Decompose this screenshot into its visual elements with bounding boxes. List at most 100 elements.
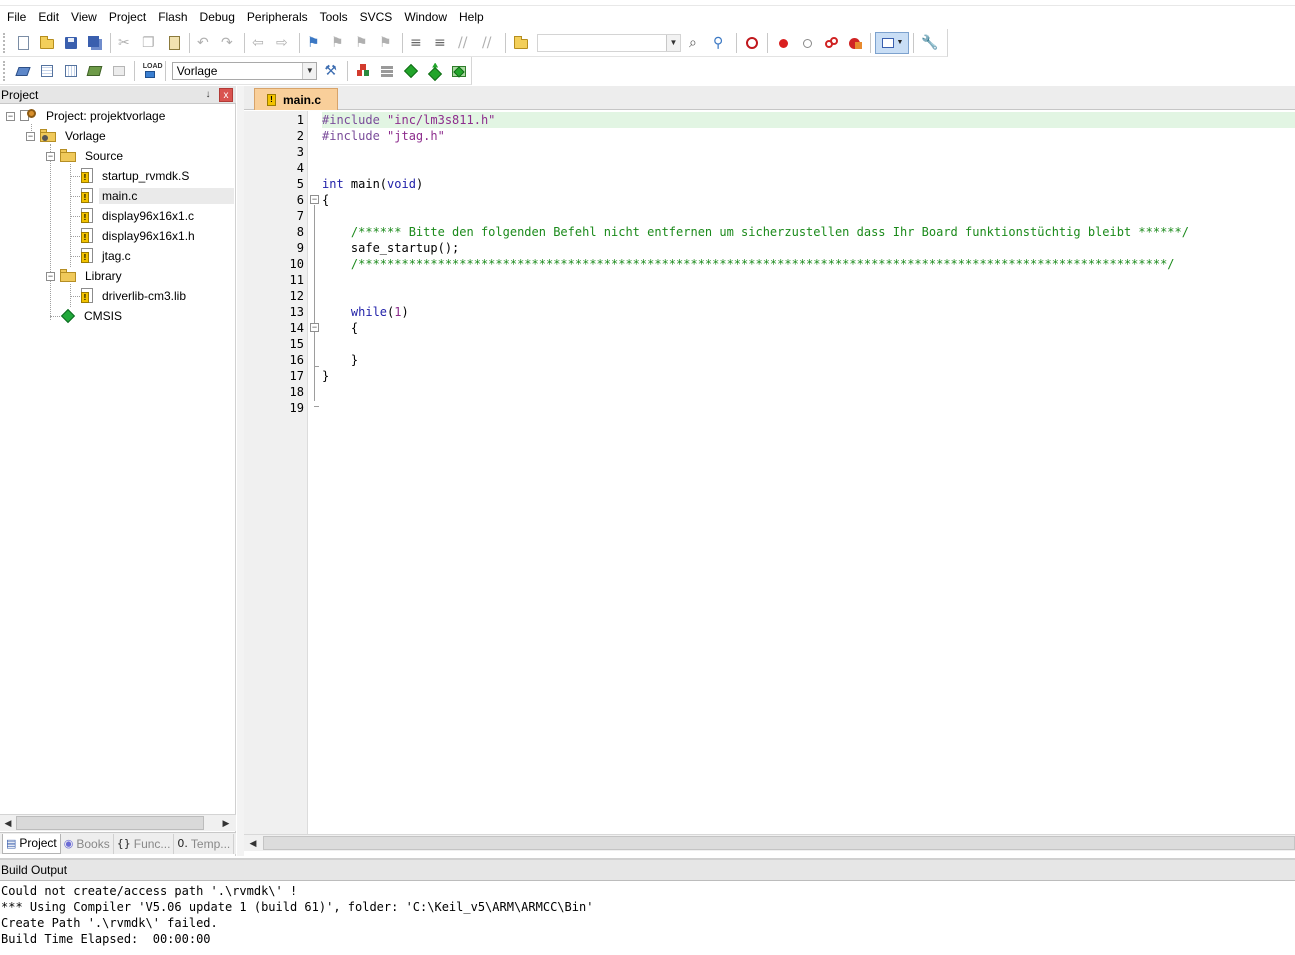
insert-breakpoint-button[interactable] (772, 32, 794, 54)
fold-toggle[interactable]: − (310, 323, 319, 332)
menu-edit[interactable]: Edit (32, 7, 65, 27)
select-packs-button[interactable] (376, 60, 398, 82)
open-file-button[interactable] (36, 32, 58, 54)
warning-file-icon: ! (80, 288, 94, 304)
tree-file-driverlib[interactable]: ! driverlib-cm3.lib (80, 286, 189, 306)
incremental-find-button[interactable]: ⚲ (710, 32, 732, 54)
uncomment-button[interactable]: // (479, 32, 501, 54)
code-line: #include "jtag.h" (322, 129, 445, 143)
save-all-button[interactable] (84, 32, 106, 54)
disable-all-breakpoints-button[interactable] (820, 32, 842, 54)
scroll-right-icon[interactable]: ▶ (219, 816, 233, 830)
find-combo[interactable]: ▼ (537, 33, 681, 52)
software-packs-button[interactable] (448, 60, 470, 82)
chevron-down-icon[interactable]: ▼ (302, 62, 317, 79)
insert-bookmark-button[interactable]: ⚑ (304, 32, 326, 54)
menu-debug[interactable]: Debug (194, 7, 241, 27)
navigate-forward-button[interactable]: ⇨ (273, 32, 295, 54)
tree-project-root[interactable]: Project: projektvorlage (20, 106, 168, 126)
build-button[interactable] (36, 60, 58, 82)
manage-rte-button[interactable] (400, 60, 422, 82)
tree-component-cmsis[interactable]: CMSIS (60, 306, 125, 326)
redo-button[interactable]: ↷ (218, 32, 240, 54)
tab-main-c[interactable]: ! main.c (254, 88, 338, 110)
find-button[interactable]: ⌕ (686, 32, 708, 54)
tree-file-jtag[interactable]: ! jtag.c (80, 246, 134, 266)
translate-button[interactable] (12, 60, 34, 82)
close-icon[interactable]: x (219, 87, 233, 102)
tab-functions[interactable]: {} Func... (114, 833, 175, 854)
tab-label: Project (19, 836, 57, 850)
menu-view[interactable]: View (65, 7, 103, 27)
menu-flash[interactable]: Flash (152, 7, 193, 27)
menu-svcs[interactable]: SVCS (354, 7, 399, 27)
chevron-down-icon[interactable]: ▼ (666, 34, 680, 51)
batch-build-icon (86, 63, 103, 79)
pin-icon[interactable]: ↓ (201, 88, 215, 102)
target-select[interactable]: Vorlage ▼ (171, 61, 318, 80)
scroll-left-icon[interactable]: ◀ (1, 816, 15, 830)
previous-bookmark-button[interactable]: ⚑ (328, 32, 350, 54)
collapse-toggle[interactable]: − (46, 272, 55, 281)
pack-installer-button[interactable] (424, 60, 446, 82)
configure-button[interactable]: 🔧 (918, 32, 940, 54)
clear-bookmarks-button[interactable]: ⚑ (376, 32, 398, 54)
menu-peripherals[interactable]: Peripherals (241, 7, 314, 27)
collapse-toggle[interactable]: − (26, 132, 35, 141)
menu-tools[interactable]: Tools (314, 7, 354, 27)
download-button[interactable]: LOAD (139, 60, 163, 82)
kill-all-breakpoints-button[interactable] (844, 32, 866, 54)
code-editor[interactable]: #include "inc/lm3s811.h" #include "jtag.h… (322, 111, 1295, 834)
stop-build-button[interactable] (108, 60, 130, 82)
build-output-log[interactable]: Could not create/access path '.\rvmdk\' … (1, 883, 1291, 947)
comment-button[interactable]: // (455, 32, 477, 54)
menu-help[interactable]: Help (453, 7, 490, 27)
menu-project[interactable]: Project (103, 7, 152, 27)
tree-group-source[interactable]: Source (60, 146, 126, 166)
editor-horizontal-scrollbar[interactable]: ◀ (244, 834, 1295, 851)
collapse-toggle[interactable]: − (6, 112, 15, 121)
scroll-thumb[interactable] (263, 836, 1295, 850)
paste-button[interactable] (163, 32, 185, 54)
panel-splitter[interactable] (237, 86, 244, 856)
toolbar-grip[interactable] (3, 32, 8, 53)
tree-component-label: CMSIS (84, 309, 123, 323)
tree-file-display-c[interactable]: ! display96x16x1.c (80, 206, 197, 226)
tree-file-main[interactable]: ! main.c (80, 186, 234, 206)
save-button[interactable] (60, 32, 82, 54)
target-options-button[interactable]: ⚒ (321, 60, 343, 82)
magic-wand-icon: ⚒ (324, 62, 337, 79)
rebuild-button[interactable] (60, 60, 82, 82)
code-line: /****** Bitte den folgenden Befehl nicht… (350, 225, 1189, 239)
indent-button[interactable]: ≡ (407, 32, 429, 54)
indent-icon: ≡ (410, 34, 422, 51)
navigate-back-button[interactable]: ⇦ (249, 32, 271, 54)
cut-button[interactable]: ✂ (115, 32, 137, 54)
enable-breakpoint-button[interactable] (796, 32, 818, 54)
tab-project[interactable]: ▤ Project (2, 833, 61, 854)
find-in-files-button[interactable] (510, 32, 532, 54)
next-bookmark-button[interactable]: ⚑ (352, 32, 374, 54)
batch-build-button[interactable] (84, 60, 106, 82)
window-layout-button[interactable]: ▼ (875, 31, 909, 54)
tree-file-display-h[interactable]: ! display96x16x1.h (80, 226, 198, 246)
tree-group-library[interactable]: Library (60, 266, 125, 286)
menu-file[interactable]: File (1, 7, 32, 27)
fold-toggle[interactable]: − (310, 195, 319, 204)
manage-project-items-button[interactable] (352, 60, 374, 82)
scroll-left-icon[interactable]: ◀ (246, 836, 260, 850)
undo-button[interactable]: ↶ (194, 32, 216, 54)
toolbar-grip[interactable] (3, 60, 8, 81)
collapse-toggle[interactable]: − (46, 152, 55, 161)
tree-target-vorlage[interactable]: Vorlage (40, 126, 109, 146)
tree-file-startup[interactable]: ! startup_rvmdk.S (80, 166, 192, 186)
unindent-button[interactable]: ≡ (431, 32, 453, 54)
new-file-button[interactable] (12, 32, 34, 54)
copy-button[interactable]: ❐ (139, 32, 161, 54)
menu-window[interactable]: Window (398, 7, 453, 27)
tab-templates[interactable]: 0. Temp... (174, 833, 235, 854)
scroll-thumb[interactable] (16, 816, 204, 830)
project-horizontal-scrollbar[interactable]: ◀ ▶ (0, 814, 236, 831)
debug-session-button[interactable] (741, 32, 763, 54)
tab-books[interactable]: ◉ Books (61, 833, 114, 854)
